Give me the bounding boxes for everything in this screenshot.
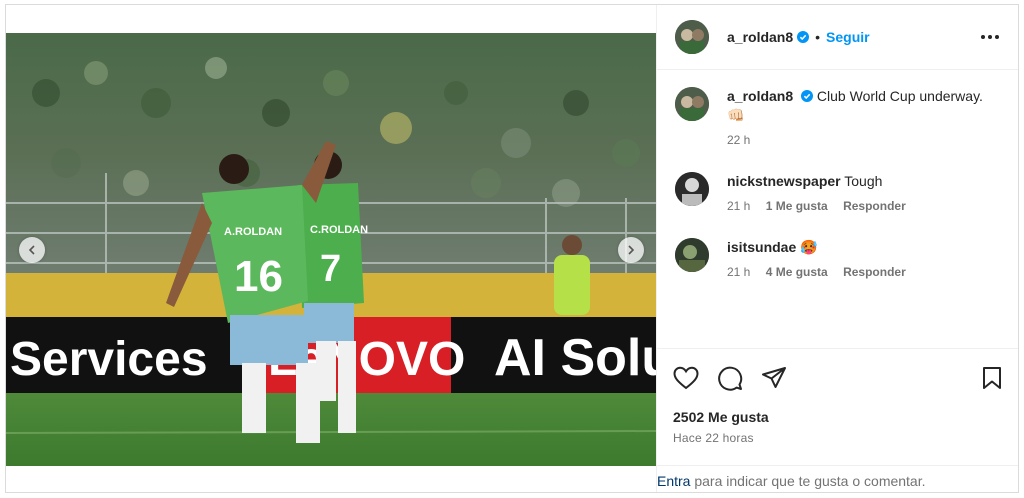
- login-prompt: Entra para indicar que te gusta o coment…: [657, 465, 1018, 492]
- comment-username[interactable]: nickstnewspaper: [727, 173, 841, 189]
- comment-time: 21 h: [727, 265, 751, 279]
- caption-username[interactable]: a_roldan8: [727, 88, 793, 104]
- verified-badge-icon: [797, 31, 810, 43]
- avatar[interactable]: [675, 238, 709, 272]
- comment-likes[interactable]: 1 Me gusta: [766, 199, 828, 213]
- more-options-button[interactable]: [978, 25, 1002, 49]
- player2-name: C.ROLDAN: [310, 224, 368, 236]
- soccer-celebration-image: Services LeNOVO AI Solu C.ROLDAN 7 A.ROL…: [6, 33, 656, 466]
- share-button[interactable]: [761, 365, 787, 391]
- caption: a_roldan8 Club World Cup underway. 👊🏻 22…: [675, 87, 1003, 150]
- reply-button[interactable]: Responder: [843, 265, 906, 279]
- caption-emoji: 👊🏻: [727, 107, 745, 123]
- post-sidebar: a_roldan8 • Seguir a_roldan8 Club World …: [656, 5, 1018, 492]
- comment-icon: [718, 366, 743, 391]
- avatar[interactable]: [675, 172, 709, 206]
- likes-count[interactable]: 2502 Me gusta: [673, 409, 1005, 425]
- player1-name: A.ROLDAN: [224, 226, 282, 238]
- heart-icon: [673, 366, 699, 390]
- post-actions: 2502 Me gusta Hace 22 horas: [657, 348, 1018, 465]
- banner-text-right: AI Solu: [494, 329, 656, 387]
- post-header: a_roldan8 • Seguir: [657, 5, 1018, 70]
- separator-dot: •: [815, 29, 821, 45]
- comments-section: a_roldan8 Club World Cup underway. 👊🏻 22…: [657, 71, 1018, 348]
- save-button[interactable]: [979, 365, 1005, 391]
- player2-number: 7: [320, 248, 341, 290]
- chevron-left-icon: [28, 245, 35, 255]
- chevron-right-icon: [628, 245, 635, 255]
- post-modal: Services LeNOVO AI Solu C.ROLDAN 7 A.ROL…: [5, 4, 1019, 493]
- bookmark-icon: [983, 367, 1001, 389]
- comment-button[interactable]: [717, 365, 743, 391]
- next-image-button[interactable]: [618, 237, 644, 263]
- list-item: nickstnewspaper Tough 21 h 1 Me gusta Re…: [675, 172, 1003, 216]
- comment-text: 🥵: [800, 239, 818, 255]
- banner-text-left: Services: [10, 333, 208, 386]
- verified-badge-icon: [801, 90, 814, 102]
- follow-button[interactable]: Seguir: [826, 29, 870, 45]
- post-photo: Services LeNOVO AI Solu C.ROLDAN 7 A.ROL…: [6, 33, 656, 466]
- player1-number: 16: [234, 252, 283, 301]
- more-options-icon: [981, 35, 999, 39]
- comment-username[interactable]: isitsundae: [727, 239, 796, 255]
- comment-likes[interactable]: 4 Me gusta: [766, 265, 828, 279]
- login-link[interactable]: Entra: [657, 473, 690, 489]
- avatar[interactable]: [675, 20, 709, 54]
- comment-text: Tough: [844, 173, 883, 189]
- caption-time: 22 h: [727, 133, 751, 147]
- prev-image-button[interactable]: [19, 237, 45, 263]
- login-text: para indicar que te gusta o comentar.: [690, 473, 926, 489]
- reply-button[interactable]: Responder: [843, 199, 906, 213]
- list-item: isitsundae 🥵 21 h 4 Me gusta Responder: [675, 238, 1003, 282]
- comment-time: 21 h: [727, 199, 751, 213]
- like-button[interactable]: [673, 365, 699, 391]
- post-timestamp: Hace 22 horas: [673, 431, 754, 445]
- caption-text: Club World Cup underway.: [816, 88, 983, 104]
- share-icon: [762, 367, 786, 388]
- post-username[interactable]: a_roldan8: [727, 29, 793, 45]
- avatar[interactable]: [675, 87, 709, 121]
